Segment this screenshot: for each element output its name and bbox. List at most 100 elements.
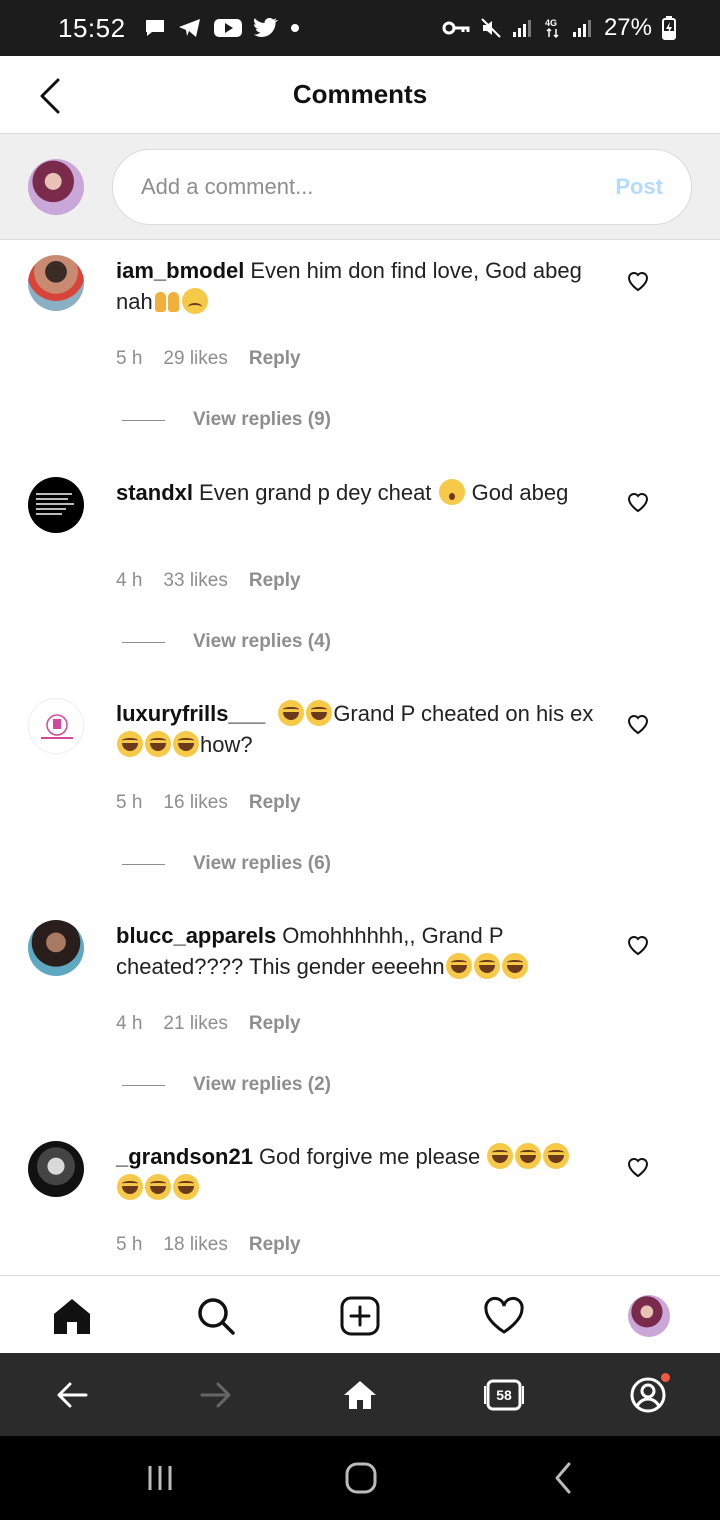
hushed-face-emoji-icon (438, 479, 465, 505)
avatar[interactable] (28, 477, 84, 533)
comment-likes[interactable]: 21 likes (163, 1013, 227, 1035)
page-title: Comments (292, 79, 428, 109)
laughing-emoji-icon (117, 731, 143, 757)
comment-username[interactable]: luxuryfrills___ (116, 701, 265, 726)
more-notifications-dot-icon (290, 23, 300, 33)
comment-likes[interactable]: 33 likes (163, 570, 227, 592)
view-replies-button[interactable]: View replies (9) (122, 409, 331, 431)
browser-tabs-button[interactable]: 58 (482, 1373, 526, 1417)
post-button[interactable]: Post (615, 174, 663, 200)
activity-tab[interactable] (482, 1294, 526, 1338)
profile-tab[interactable] (627, 1294, 671, 1338)
reply-button[interactable]: Reply (249, 1234, 301, 1256)
laughing-emoji-icon (117, 1174, 143, 1200)
raised-hands-emoji-icon (154, 288, 180, 314)
system-home-button[interactable] (341, 1460, 381, 1496)
home-tab[interactable] (50, 1294, 94, 1338)
comment-likes[interactable]: 16 likes (163, 792, 227, 814)
tab-count: 58 (496, 1387, 512, 1403)
network-4g-icon: 4G (544, 17, 562, 39)
notification-icons (144, 18, 300, 38)
browser-home-button[interactable] (338, 1373, 382, 1417)
view-replies-button[interactable]: View replies (2) (122, 1074, 331, 1096)
view-replies-button[interactable]: View replies (4) (122, 631, 331, 653)
view-replies-label: View replies (4) (193, 631, 331, 652)
view-replies-label: View replies (2) (193, 1074, 331, 1095)
comment-meta: 5 h 29 likes Reply (116, 348, 301, 370)
laughing-emoji-icon (543, 1143, 570, 1169)
reply-button[interactable]: Reply (249, 348, 301, 370)
mute-icon (480, 17, 502, 39)
comment-meta: 4 h 21 likes Reply (116, 1013, 301, 1035)
laughing-emoji-icon (515, 1143, 542, 1169)
comments-header: Comments (0, 56, 720, 134)
reply-button[interactable]: Reply (249, 792, 301, 814)
avatar[interactable] (28, 698, 84, 754)
browser-account-button[interactable] (626, 1373, 670, 1417)
comment-time: 5 h (116, 1234, 143, 1255)
comment-input-container: Post (112, 148, 692, 225)
comment-composer: Post (0, 134, 720, 240)
laughing-emoji-icon (278, 700, 305, 726)
comment-username[interactable]: _grandson21 (116, 1144, 253, 1169)
divider (122, 863, 165, 865)
system-back-button[interactable] (543, 1460, 583, 1496)
comment-text: luxuryfrills___ Grand P cheated on his e… (116, 698, 596, 760)
comment-likes[interactable]: 18 likes (163, 1234, 227, 1256)
search-tab[interactable] (194, 1294, 238, 1338)
like-heart-icon[interactable] (626, 1155, 650, 1179)
battery-charging-icon (662, 16, 676, 40)
add-post-icon (340, 1296, 380, 1336)
bottom-navigation (0, 1275, 720, 1353)
like-heart-icon[interactable] (626, 269, 650, 293)
arrow-right-icon (200, 1382, 231, 1408)
system-navigation-bar (0, 1436, 720, 1520)
recents-icon (148, 1466, 172, 1490)
avatar (628, 1295, 670, 1337)
system-icons: 4G 27% (442, 14, 676, 42)
comment-likes[interactable]: 29 likes (163, 348, 227, 370)
reply-button[interactable]: Reply (249, 570, 301, 592)
like-heart-icon[interactable] (626, 933, 650, 957)
notification-dot (661, 1373, 670, 1382)
sad-face-emoji-icon (181, 288, 208, 314)
divider (122, 1084, 165, 1086)
search-icon (198, 1298, 235, 1335)
comment-username[interactable]: blucc_apparels (116, 923, 276, 948)
heart-icon (484, 1296, 524, 1334)
comments-list[interactable]: iam_bmodel Even him don find love, God ab… (0, 240, 720, 1275)
comment-username[interactable]: standxl (116, 480, 193, 505)
like-heart-icon[interactable] (626, 712, 650, 736)
reply-button[interactable]: Reply (249, 1013, 301, 1035)
comment-meta: 5 h 16 likes Reply (116, 792, 301, 814)
back-button[interactable] (30, 76, 70, 116)
browser-back-button[interactable] (50, 1373, 94, 1417)
laughing-emoji-icon (145, 731, 171, 757)
laughing-emoji-icon (173, 731, 199, 757)
browser-forward-button[interactable] (194, 1373, 238, 1417)
arrow-left-icon (57, 1382, 88, 1408)
avatar[interactable] (28, 920, 84, 976)
comment-input[interactable] (141, 173, 616, 200)
chevron-left-icon (40, 78, 60, 114)
comment-username[interactable]: iam_bmodel (116, 258, 244, 283)
comment-body: Even grand p dey cheat (199, 480, 432, 505)
view-replies-button[interactable]: View replies (6) (122, 853, 331, 875)
avatar[interactable] (28, 1141, 84, 1197)
comment-meta: 5 h 18 likes Reply (116, 1234, 301, 1256)
comment-time: 5 h (116, 792, 143, 813)
comment-body-cont: God abeg (471, 480, 569, 505)
laughing-emoji-icon (487, 1143, 514, 1169)
new-post-tab[interactable] (338, 1294, 382, 1338)
laughing-emoji-icon (145, 1174, 171, 1200)
comment-body-cont: how? (200, 732, 253, 757)
avatar[interactable] (28, 255, 84, 311)
comment-text: iam_bmodel Even him don find love, God ab… (116, 255, 596, 317)
browser-toolbar: 58 (0, 1353, 720, 1436)
divider (122, 641, 165, 643)
like-heart-icon[interactable] (626, 490, 650, 514)
recent-apps-button[interactable] (140, 1460, 180, 1496)
comment-body: Grand P cheated on his ex (333, 701, 594, 726)
laughing-emoji-icon (501, 953, 528, 979)
home-icon (344, 1381, 376, 1409)
